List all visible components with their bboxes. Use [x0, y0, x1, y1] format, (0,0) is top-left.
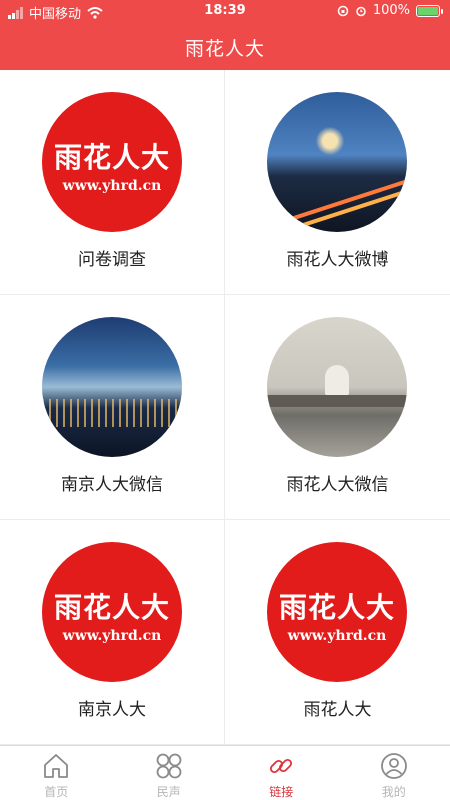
link-card-survey[interactable]: 雨花人大 www.yhrd.cn 问卷调查	[0, 70, 225, 295]
tab-mine[interactable]: 我的	[338, 746, 450, 800]
home-icon	[44, 754, 69, 778]
capitol-bridge-photo	[267, 317, 407, 457]
battery-percent: 100%	[372, 3, 410, 18]
tab-links[interactable]: 链接	[225, 746, 338, 800]
user-icon	[380, 753, 407, 779]
link-card-yhrd-weibo[interactable]: 雨花人大微博	[225, 70, 450, 295]
link-card-yhrd[interactable]: 雨花人大 www.yhrd.cn 雨花人大	[225, 520, 450, 745]
status-bar: 中国移动 18:39 100%	[0, 0, 450, 24]
link-label: 南京人大微信	[61, 475, 163, 495]
link-grid: 雨花人大 www.yhrd.cn 问卷调查 雨花人大微博 南京人大微信 雨花人大…	[0, 70, 450, 745]
tab-home[interactable]: 首页	[0, 746, 113, 800]
link-label: 雨花人大微博	[286, 250, 389, 270]
night-city-photo	[267, 92, 407, 232]
app-header: 中国移动 18:39 100% 雨花人大	[0, 0, 450, 70]
tab-voice[interactable]: 民声	[113, 746, 226, 800]
link-card-nanjing-wechat[interactable]: 南京人大微信	[0, 295, 225, 520]
link-card-nanjing-rd[interactable]: 雨花人大 www.yhrd.cn 南京人大	[0, 520, 225, 745]
orientation-lock-icon	[337, 5, 349, 16]
link-label: 南京人大	[78, 700, 146, 720]
tab-label: 我的	[381, 785, 406, 799]
tab-label: 首页	[44, 785, 69, 799]
page-title: 雨花人大	[184, 38, 265, 60]
tab-label: 链接	[269, 785, 294, 799]
grid-icon	[156, 753, 182, 779]
yhrd-logo-image: 雨花人大 www.yhrd.cn	[42, 92, 182, 232]
link-label: 雨花人大	[303, 700, 372, 720]
yhrd-logo-image: 雨花人大 www.yhrd.cn	[42, 542, 182, 682]
link-label: 问卷调查	[78, 250, 146, 270]
link-card-yhrd-wechat[interactable]: 雨花人大微信	[225, 295, 450, 520]
tab-label: 民声	[156, 785, 181, 799]
battery-icon	[416, 4, 443, 17]
alarm-icon	[356, 6, 366, 16]
yhrd-logo-image: 雨花人大 www.yhrd.cn	[267, 542, 407, 682]
nanjing-skyline-photo	[42, 317, 182, 457]
link-icon	[270, 758, 293, 774]
bottom-tab-bar: 首页 民声 链接 我的	[0, 745, 450, 800]
link-label: 雨花人大微信	[286, 475, 389, 495]
